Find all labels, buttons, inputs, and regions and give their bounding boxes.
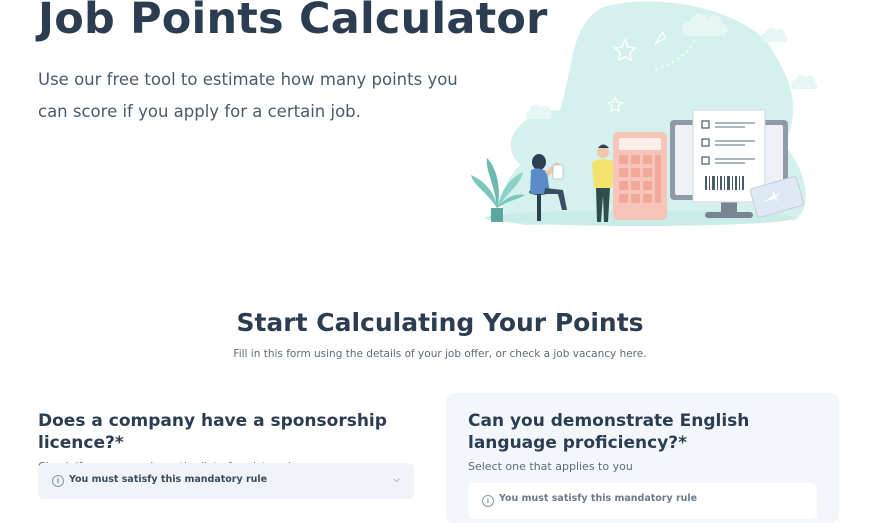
section-title: Start Calculating Your Points <box>236 308 644 337</box>
info-icon: i <box>482 495 494 507</box>
mandatory-rule-text: You must satisfy this mandatory rule <box>69 474 268 485</box>
calculator-illustration <box>613 132 667 220</box>
question-title: Can you demonstrate English language pro… <box>468 411 750 453</box>
mandatory-rule-accordion[interactable]: i You must satisfy this mandatory rule ⌵ <box>38 463 414 499</box>
question-sponsorship-licence: Does a company have a sponsorship licenc… <box>38 410 418 499</box>
cloud-icon <box>760 28 788 42</box>
mandatory-rule-accordion[interactable]: i You must satisfy this mandatory rule <box>468 483 817 519</box>
mandatory-rule-text: You must satisfy this mandatory rule <box>499 493 698 504</box>
info-icon: i <box>52 475 64 487</box>
section-subtitle: Fill in this form using the details of y… <box>233 348 647 360</box>
cloud-icon <box>790 75 818 89</box>
question-english-proficiency: Can you demonstrate English language pro… <box>446 393 839 523</box>
question-title: Does a company have a sponsorship licenc… <box>38 411 387 453</box>
cloud-icon <box>525 105 553 119</box>
chevron-down-icon[interactable]: ⌵ <box>393 475 400 485</box>
page-subtitle: Use our free tool to estimate how many p… <box>38 70 458 121</box>
question-hint: Select one that applies to you <box>468 460 633 473</box>
hero-illustration <box>471 1 818 226</box>
